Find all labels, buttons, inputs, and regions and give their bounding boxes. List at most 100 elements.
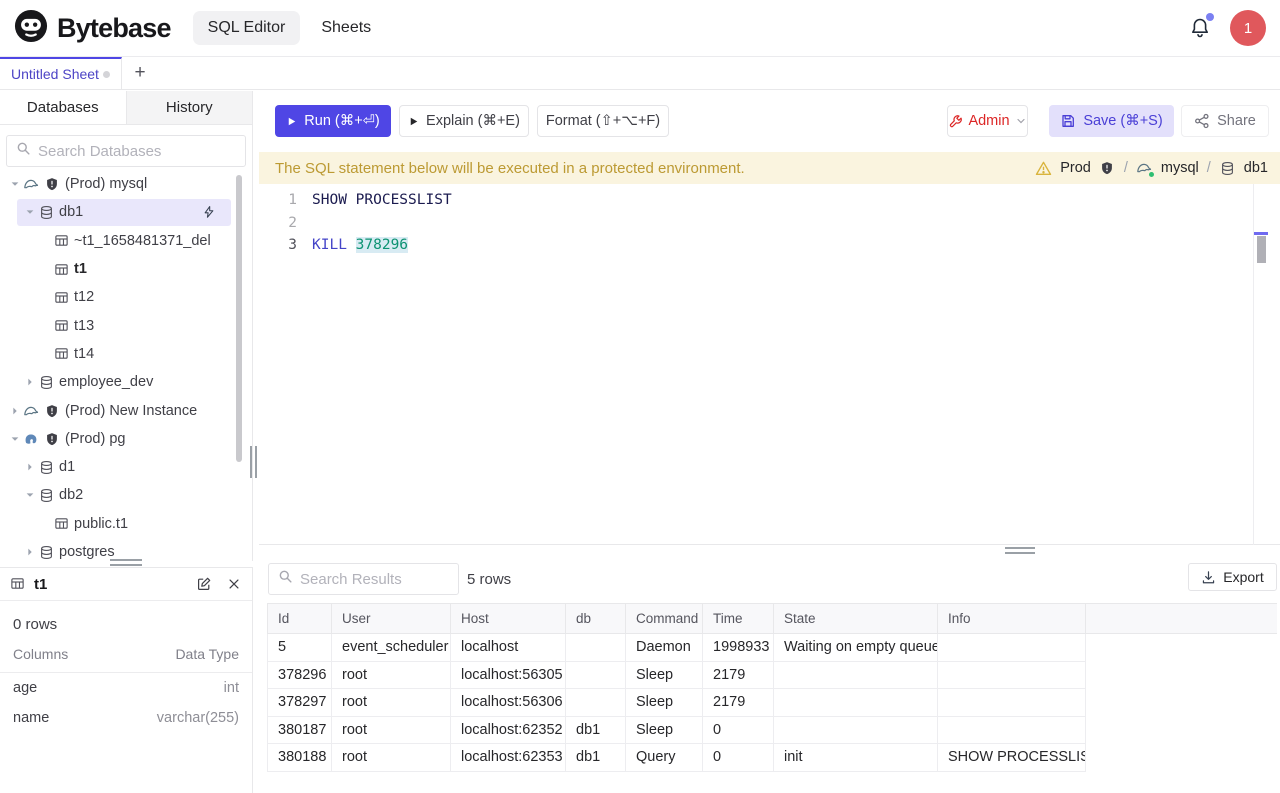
caret-right-icon[interactable] <box>21 376 38 388</box>
result-cell[interactable] <box>938 634 1086 662</box>
tree-item-t14[interactable]: t14 <box>0 340 252 368</box>
instance-name: mysql <box>1161 160 1199 176</box>
sql-editor[interactable]: 1SHOW PROCESSLIST23KILL 378296 <box>259 184 1280 545</box>
column-name: name <box>13 710 49 726</box>
tree-item-d1[interactable]: d1 <box>0 453 252 481</box>
result-cell[interactable]: 380188 <box>268 744 332 772</box>
table-row[interactable]: 5event_schedulerlocalhost Daemon1998933Wa… <box>267 634 1277 662</box>
close-panel-icon[interactable] <box>225 576 242 593</box>
tree-item-db2[interactable]: db2 <box>0 481 252 509</box>
result-cell[interactable]: db1 <box>566 744 626 772</box>
result-cell[interactable]: 378297 <box>268 689 332 717</box>
result-cell[interactable]: 2179 <box>703 662 774 690</box>
sidebar-horizontal-resize-handle[interactable] <box>250 446 257 478</box>
user-avatar[interactable]: 1 <box>1230 10 1266 46</box>
tab-databases[interactable]: Databases <box>0 91 127 124</box>
result-cell[interactable]: SHOW PROCESSLIST <box>938 744 1086 772</box>
results-search-input[interactable] <box>300 571 449 588</box>
result-cell[interactable]: 0 <box>703 717 774 745</box>
lightning-icon[interactable] <box>202 204 218 220</box>
tree-item-postgres[interactable]: postgres <box>0 538 252 561</box>
result-cell[interactable]: Sleep <box>626 689 703 717</box>
editor-scrollbar-thumb[interactable] <box>1257 236 1266 263</box>
tree-item-t12[interactable]: t12 <box>0 283 252 311</box>
result-cell[interactable]: localhost:56305 <box>451 662 566 690</box>
table-row[interactable]: 380188rootlocalhost:62353db1Query0initSH… <box>267 744 1277 772</box>
caret-down-icon[interactable] <box>6 433 23 445</box>
explain-button[interactable]: Explain (⌘+E) <box>399 105 529 137</box>
result-cell[interactable]: root <box>332 744 451 772</box>
result-cell[interactable]: 1998933 <box>703 634 774 662</box>
nav-sql-editor[interactable]: SQL Editor <box>193 11 301 45</box>
admin-mode-button[interactable]: Admin <box>947 105 1028 137</box>
notification-bell-icon[interactable] <box>1188 16 1212 40</box>
result-cell[interactable]: 5 <box>268 634 332 662</box>
result-cell[interactable]: Waiting on empty queue <box>774 634 938 662</box>
result-cell[interactable]: root <box>332 689 451 717</box>
tree-item-t1-1658481371-del[interactable]: ~t1_1658481371_del <box>0 227 252 255</box>
share-label: Share <box>1217 113 1256 129</box>
table-row[interactable]: 380187rootlocalhost:62352db1Sleep0 <box>267 717 1277 745</box>
result-cell[interactable] <box>774 662 938 690</box>
result-cell[interactable] <box>566 634 626 662</box>
tree-item-t1[interactable]: t1 <box>0 255 252 283</box>
result-cell[interactable]: 380187 <box>268 717 332 745</box>
table-row[interactable]: 378297rootlocalhost:56306 Sleep2179 <box>267 689 1277 717</box>
run-button[interactable]: Run (⌘+⏎) <box>275 105 391 137</box>
nav-sheets[interactable]: Sheets <box>306 11 386 45</box>
result-cell[interactable]: root <box>332 717 451 745</box>
result-cell[interactable]: Sleep <box>626 717 703 745</box>
result-cell[interactable]: init <box>774 744 938 772</box>
tree-item-db1[interactable]: db1 <box>0 198 252 226</box>
result-cell[interactable]: Query <box>626 744 703 772</box>
results-resize-handle[interactable] <box>1005 547 1035 554</box>
tree-item-employee-dev[interactable]: employee_dev <box>0 368 252 396</box>
add-sheet-button[interactable]: + <box>122 57 158 89</box>
data-type-label: Data Type <box>175 646 239 662</box>
result-cell[interactable] <box>938 689 1086 717</box>
tree-scrollbar[interactable] <box>236 175 242 462</box>
result-cell[interactable]: localhost:62353 <box>451 744 566 772</box>
result-cell[interactable]: localhost:62352 <box>451 717 566 745</box>
result-cell[interactable] <box>938 717 1086 745</box>
result-cell[interactable]: event_scheduler <box>332 634 451 662</box>
result-cell[interactable] <box>774 689 938 717</box>
tab-untitled-sheet[interactable]: Untitled Sheet <box>0 57 122 89</box>
code-token: SHOW PROCESSLIST <box>312 192 452 208</box>
result-cell[interactable]: localhost <box>451 634 566 662</box>
share-button[interactable]: Share <box>1181 105 1269 137</box>
result-cell[interactable]: root <box>332 662 451 690</box>
sidebar-vertical-resize-handle[interactable] <box>110 559 142 566</box>
tree-item-prod-new-instance[interactable]: (Prod) New Instance <box>0 396 252 424</box>
result-cell[interactable]: db1 <box>566 717 626 745</box>
caret-down-icon[interactable] <box>21 206 38 218</box>
result-cell[interactable] <box>774 717 938 745</box>
result-cell[interactable] <box>566 689 626 717</box>
database-search-input[interactable] <box>38 143 236 160</box>
caret-right-icon[interactable] <box>21 546 38 558</box>
tree-item-prod-pg[interactable]: (Prod) pg <box>0 425 252 453</box>
caret-right-icon[interactable] <box>6 405 23 417</box>
result-cell[interactable]: 378296 <box>268 662 332 690</box>
tree-item-t13[interactable]: t13 <box>0 311 252 339</box>
result-cell[interactable] <box>566 662 626 690</box>
edit-table-icon[interactable] <box>195 576 212 593</box>
result-cell[interactable]: localhost:56306 <box>451 689 566 717</box>
code-text: SHOW PROCESSLIST <box>312 189 452 212</box>
tab-history[interactable]: History <box>127 91 253 124</box>
table-row[interactable]: 378296rootlocalhost:56305 Sleep2179 <box>267 662 1277 690</box>
result-cell[interactable] <box>938 662 1086 690</box>
caret-down-icon[interactable] <box>21 489 38 501</box>
status-dot <box>1149 172 1154 177</box>
caret-down-icon[interactable] <box>6 178 23 190</box>
caret-right-icon[interactable] <box>21 461 38 473</box>
result-cell[interactable]: 0 <box>703 744 774 772</box>
save-button[interactable]: Save (⌘+S) <box>1049 105 1174 137</box>
tree-item-prod-mysql[interactable]: (Prod) mysql <box>0 170 252 198</box>
export-button[interactable]: Export <box>1188 563 1277 591</box>
result-cell[interactable]: 2179 <box>703 689 774 717</box>
result-cell[interactable]: Sleep <box>626 662 703 690</box>
result-cell[interactable]: Daemon <box>626 634 703 662</box>
tree-item-public-t1[interactable]: public.t1 <box>0 510 252 538</box>
format-button[interactable]: Format (⇧+⌥+F) <box>537 105 669 137</box>
